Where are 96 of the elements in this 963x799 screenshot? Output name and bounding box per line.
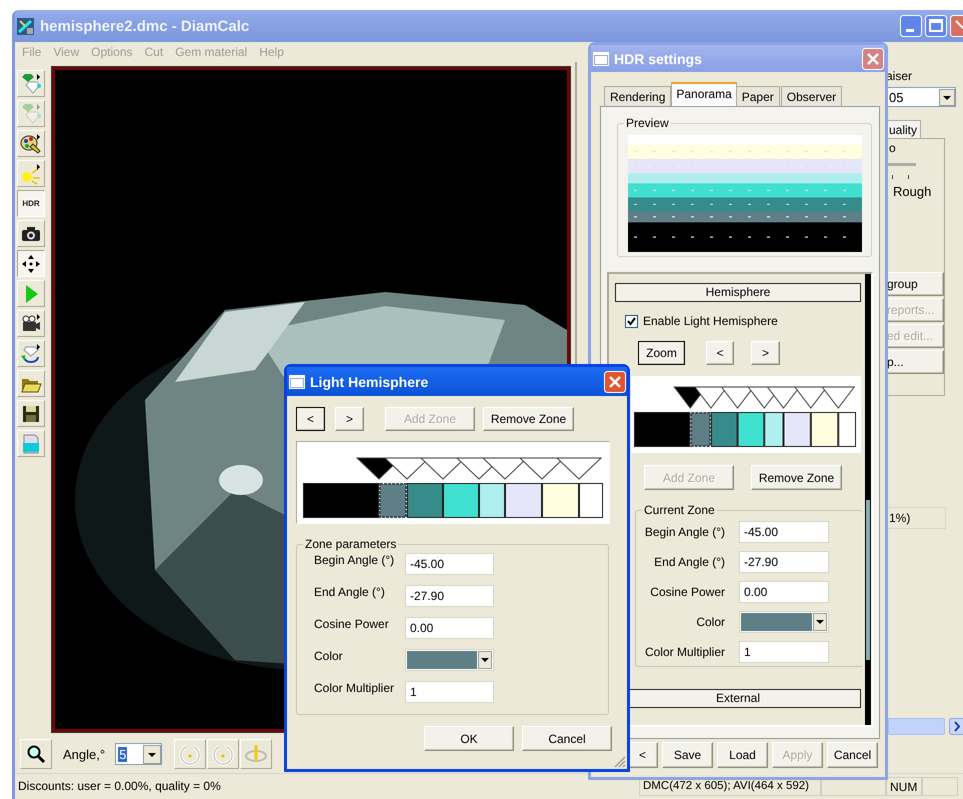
field-label: Cosine Power (649, 585, 726, 599)
number-field[interactable]: 0.00 (405, 617, 494, 639)
zone-swatch[interactable] (764, 412, 784, 447)
tab[interactable]: Rendering (604, 86, 672, 106)
zone-swatch[interactable] (407, 483, 443, 518)
zone-markers-drawing[interactable] (673, 386, 856, 409)
remove-zone-button[interactable]: Remove Zone (751, 465, 842, 490)
side-button[interactable]: group (886, 272, 944, 296)
move-icon (20, 252, 42, 274)
tab[interactable]: Paper (736, 86, 780, 106)
tab[interactable]: Panorama (671, 82, 737, 106)
dialog-title: Light Hemisphere (310, 374, 428, 390)
tab[interactable]: Observer (780, 86, 842, 106)
zone-swatch[interactable] (505, 483, 542, 518)
zone-swatch[interactable] (379, 483, 407, 518)
color-dropdown[interactable] (405, 649, 494, 671)
zone-swatch[interactable] (479, 483, 505, 518)
tab[interactable]: uality (886, 120, 922, 138)
field-label: Begin Angle (°) (644, 525, 726, 539)
checkbox-label: Enable Light Hemisphere (643, 314, 778, 328)
zone-swatch[interactable] (634, 412, 690, 447)
gem-icon (20, 72, 42, 94)
status-text: NUM (886, 777, 922, 796)
zone-swatch[interactable] (579, 483, 603, 518)
maximize-icon[interactable] (925, 15, 947, 37)
angle-label: Angle,° (63, 746, 106, 762)
zone-swatch[interactable] (783, 412, 811, 447)
color-dropdown[interactable] (739, 611, 829, 633)
group-label: Zone parameters (303, 537, 398, 551)
search-icon (26, 744, 46, 764)
window-title: hemisphere2.dmc - DiamCalc (40, 18, 250, 34)
panel-text: o (889, 141, 896, 155)
number-field[interactable]: -27.90 (739, 551, 829, 573)
number-field[interactable]: 1 (405, 681, 494, 703)
next-button[interactable]: > (335, 407, 364, 431)
dialog-button[interactable]: Save (662, 742, 713, 768)
dialog-button[interactable]: Load (717, 742, 768, 768)
dialog-button[interactable]: Cancel (522, 726, 612, 751)
remove-zone-button[interactable]: Remove Zone (483, 407, 574, 431)
zone-swatch[interactable] (542, 483, 579, 518)
field-label: End Angle (°) (653, 555, 726, 569)
zoom-button[interactable] (20, 739, 52, 769)
field-label: Color Multiplier (314, 681, 396, 695)
zone-swatch[interactable] (710, 412, 738, 447)
angle-dropdown[interactable]: 5 (115, 743, 162, 765)
zone-swatch[interactable] (838, 412, 856, 447)
scroll-right-icon[interactable] (949, 718, 963, 734)
scale-drawing (886, 161, 916, 181)
close-icon[interactable] (950, 15, 963, 37)
app-icon (17, 18, 34, 34)
field-label: Color Multiplier (644, 645, 726, 659)
resize-grip-icon (614, 756, 626, 768)
dialog-title: HDR settings (614, 50, 702, 66)
dialog-button[interactable]: Cancel (827, 742, 878, 768)
dialog-button[interactable]: OK (424, 726, 514, 751)
lamp-icon (20, 162, 42, 184)
field-label: Begin Angle (°) (314, 553, 396, 567)
zone-swatch[interactable] (690, 412, 711, 447)
zone-swatch[interactable] (738, 412, 764, 447)
side-button[interactable]: p... (886, 350, 944, 374)
close-icon[interactable] (604, 370, 626, 392)
status-pane (922, 777, 958, 796)
number-field[interactable]: 1 (739, 641, 829, 663)
scrollbar[interactable] (865, 274, 871, 725)
group-label: Preview (624, 116, 671, 130)
group-label: Current Zone (642, 503, 717, 517)
previous-button[interactable]: < (296, 407, 325, 431)
window-icon (289, 374, 305, 388)
field-label: Cosine Power (314, 617, 390, 631)
slider-label: Rough (893, 184, 932, 199)
zone-swatch[interactable] (443, 483, 479, 518)
section-header[interactable]: Hemisphere (615, 283, 861, 302)
rotate-gem-icon (20, 342, 42, 364)
number-field[interactable]: -45.00 (405, 553, 494, 575)
document-icon (20, 432, 42, 454)
field-label: Color (314, 649, 344, 663)
number-field[interactable]: -45.00 (739, 521, 829, 543)
toolbar-button[interactable]: HDR (17, 190, 45, 217)
status-text: Discounts: user = 0.00%, quality = 0% (17, 778, 222, 795)
zone-swatch[interactable] (303, 483, 379, 518)
zoom-button[interactable]: Zoom (638, 341, 685, 365)
dropdown[interactable]: 05 (886, 87, 956, 107)
scrollbar[interactable] (888, 717, 963, 735)
number-field[interactable]: 0.00 (739, 581, 829, 603)
checkbox[interactable] (625, 314, 638, 328)
minimize-icon[interactable] (900, 15, 922, 37)
next-button[interactable]: > (751, 341, 780, 365)
gem-icon (20, 102, 42, 124)
zone-markers-drawing[interactable] (356, 458, 602, 480)
palette-icon (20, 132, 42, 154)
field-label: End Angle (°) (314, 585, 386, 599)
toolbar-button[interactable] (17, 250, 45, 277)
previous-button[interactable]: < (706, 341, 734, 365)
field-label: Color (695, 615, 726, 629)
zone-swatch[interactable] (810, 412, 838, 447)
number-field[interactable]: -27.90 (405, 585, 494, 607)
